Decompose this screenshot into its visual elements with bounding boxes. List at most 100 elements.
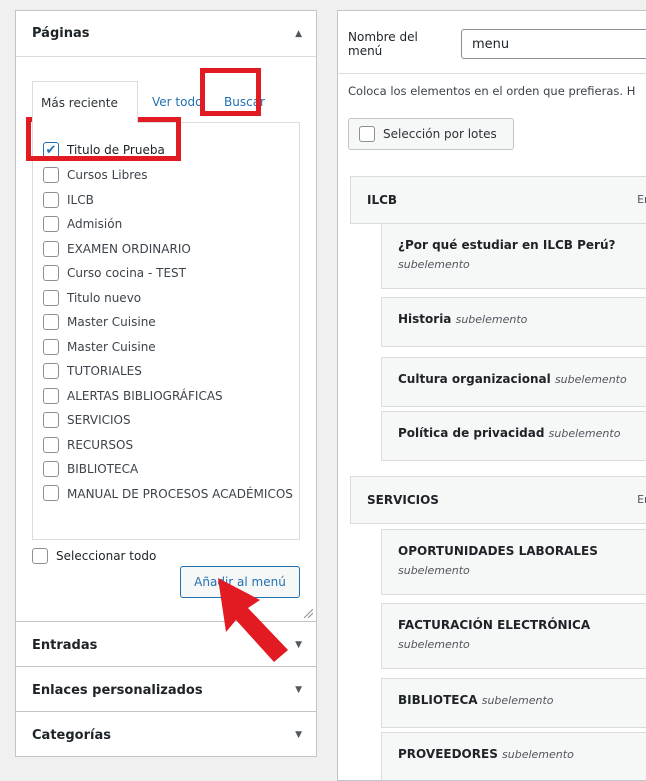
page-list-item[interactable]: SERVICIOS [43,408,295,433]
menu-structure-panel: Nombre del menú Coloca los elementos en … [337,10,646,781]
menu-item-title: FACTURACIÓN ELECTRÓNICA [398,618,591,632]
page-list-item[interactable]: TUTORIALES [43,359,295,384]
bulk-select-label: Selección por lotes [383,127,497,141]
triangle-down-icon[interactable]: ▼ [295,640,302,650]
page-checkbox[interactable] [43,314,59,331]
page-checkbox[interactable] [43,191,59,208]
bulk-select-checkbox[interactable] [359,126,375,142]
menu-item-sub[interactable]: ¿Por qué estudiar en ILCB Perú? subelemen… [381,223,646,289]
page-list-item[interactable]: Admisión [43,212,295,237]
menu-item-sub-label: subelemento [502,748,574,761]
page-list-item[interactable]: MANUAL DE PROCESOS ACADÉMICOS [43,482,295,506]
select-all[interactable]: Seleccionar todo [32,548,156,564]
resize-handle-icon[interactable] [304,609,313,618]
page-list-item[interactable]: Titulo nuevo [43,286,295,311]
menu-item-sub[interactable]: PROVEEDORES subelemento [381,732,646,780]
page-list-item[interactable]: ✔ Titulo de Prueba [43,137,295,163]
menu-item-sub-label: subelemento [481,694,554,707]
triangle-up-icon[interactable]: ▲ [295,29,302,39]
categories-box-title: Categorías [32,727,111,743]
checkmark-icon[interactable]: ✔ [43,142,59,158]
menu-item-type: En [637,193,646,206]
page-label: BIBLIOTECA [67,462,139,477]
page-label: Curso cocina - TEST [67,266,186,281]
pages-box-title: Páginas [32,26,90,41]
menu-item-sub[interactable]: Política de privacidad subelemento [381,411,646,461]
pages-box-header[interactable]: Páginas ▲ [16,11,316,57]
menu-name-label: Nombre del menú [348,30,418,58]
select-all-label: Seleccionar todo [56,549,157,563]
page-list-item[interactable]: ILCB [43,188,295,213]
tab-recent[interactable]: Más reciente [32,81,138,123]
page-list-item[interactable]: Master Cuisine [43,335,295,360]
menu-item-title: ¿Por qué estudiar en ILCB Perú? [398,238,616,252]
menu-item-title: Cultura organizacional [398,372,551,386]
entries-box-title: Entradas [32,637,98,653]
page-checkbox[interactable] [43,485,59,501]
menu-item-top[interactable]: SERVICIOS En [350,476,646,524]
triangle-down-icon[interactable]: ▼ [295,730,302,740]
page-list-item[interactable]: ALERTAS BIBLIOGRÁFICAS [43,384,295,409]
page-list-item[interactable]: Curso cocina - TEST [43,261,295,286]
select-all-checkbox[interactable] [32,548,48,564]
red-arrow-icon [218,578,288,662]
menu-instructions: Coloca los elementos en el orden que pre… [348,84,636,98]
menu-item-sub[interactable]: Cultura organizacional subelemento [381,357,646,407]
menu-item-top[interactable]: ILCB En [350,176,646,224]
page-checkbox[interactable] [43,412,59,429]
menu-item-sub-label: subelemento [398,564,470,577]
page-label: Admisión [67,217,123,232]
page-checkbox[interactable] [43,338,59,355]
page-label: Titulo de Prueba [67,143,165,157]
custom-links-box[interactable]: Enlaces personalizados ▼ [15,666,317,712]
page-checkbox[interactable] [43,240,59,257]
menu-item-sub[interactable]: OPORTUNIDADES LABORALES subelemento [381,529,646,595]
menu-item-title: PROVEEDORES [398,747,498,761]
page-checkbox[interactable] [43,216,59,233]
bulk-select-toggle[interactable]: Selección por lotes [348,118,514,150]
page-label: Master Cuisine [67,315,156,330]
page-label: ALERTAS BIBLIOGRÁFICAS [67,388,223,403]
tab-view-all[interactable]: Ver todo [144,81,210,123]
pages-box: Páginas ▲ Más reciente Ver todo Buscar ✔… [15,10,317,622]
menu-name-row: Nombre del menú [348,29,646,59]
page-checkbox[interactable] [43,265,59,282]
menu-item-sub-label: subelemento [554,373,627,386]
pages-tabs: Más reciente Ver todo Buscar [32,81,300,123]
pages-list-panel: ✔ Titulo de Prueba Cursos Libres ILCB Admisi… [32,122,300,540]
page-label: MANUAL DE PROCESOS ACADÉMICOS [67,486,293,501]
categories-box[interactable]: Categorías ▼ [15,711,317,757]
page-list-item[interactable]: Master Cuisine [43,310,295,335]
page-checkbox[interactable] [43,461,59,478]
page-label: SERVICIOS [67,413,131,428]
menu-item-title: Política de privacidad [398,426,545,440]
menu-name-input[interactable] [460,29,646,59]
menu-item-title: ILCB [367,193,398,207]
menu-item-sub-label: subelemento [455,313,528,326]
page-label: Cursos Libres [67,168,148,183]
page-list-item[interactable]: EXAMEN ORDINARIO [43,237,295,262]
page-list-item[interactable]: BIBLIOTECA [43,457,295,482]
page-checkbox[interactable] [43,289,59,306]
page-list-item[interactable]: RECURSOS [43,433,295,458]
pages-checklist: ✔ Titulo de Prueba Cursos Libres ILCB Admisi… [43,137,295,506]
menu-item-sub[interactable]: BIBLIOTECA subelemento [381,678,646,728]
page-label: ILCB [67,192,94,207]
page-label: RECURSOS [67,437,134,452]
tab-search[interactable]: Buscar [220,81,269,123]
page-checkbox[interactable] [43,363,59,380]
menu-item-title: OPORTUNIDADES LABORALES [398,544,598,558]
page-label: Master Cuisine [67,339,156,354]
page-checkbox[interactable] [43,167,59,184]
menu-item-type: En [637,493,646,506]
page-checkbox[interactable] [43,387,59,404]
menu-item-sub[interactable]: Historia subelemento [381,297,646,347]
menu-item-sub[interactable]: FACTURACIÓN ELECTRÓNICA subelemento [381,603,646,669]
page-list-item[interactable]: Cursos Libres [43,163,295,188]
menu-item-title: BIBLIOTECA [398,693,478,707]
page-checkbox[interactable] [43,436,59,453]
menu-item-title: SERVICIOS [367,493,439,507]
triangle-down-icon[interactable]: ▼ [295,685,302,695]
menu-item-sub-label: subelemento [398,258,470,271]
page-label: EXAMEN ORDINARIO [67,241,191,256]
